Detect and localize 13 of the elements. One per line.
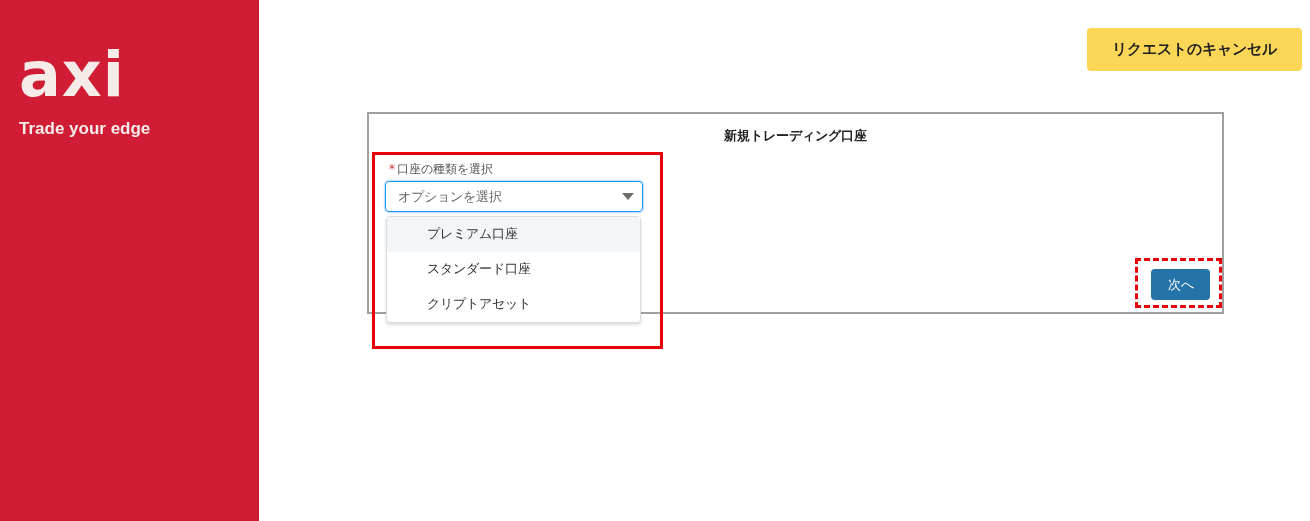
form-title: 新規トレーディング口座 bbox=[724, 128, 867, 144]
cancel-request-button[interactable]: リクエストのキャンセル bbox=[1087, 28, 1302, 71]
next-button[interactable]: 次へ bbox=[1151, 269, 1210, 300]
select-placeholder: オプションを選択 bbox=[398, 187, 502, 206]
required-mark: * bbox=[389, 162, 395, 176]
dropdown-option[interactable]: プレミアム口座 bbox=[387, 217, 640, 252]
dropdown-option[interactable]: クリプトアセット bbox=[387, 287, 640, 322]
logo: axi bbox=[19, 44, 126, 106]
dropdown-option[interactable]: スタンダード口座 bbox=[387, 252, 640, 287]
tagline: Trade your edge bbox=[19, 120, 151, 137]
field-label: 口座の種類を選択 bbox=[397, 162, 493, 176]
caret-down-icon bbox=[622, 193, 634, 200]
account-type-select[interactable]: オプションを選択 bbox=[385, 181, 643, 212]
